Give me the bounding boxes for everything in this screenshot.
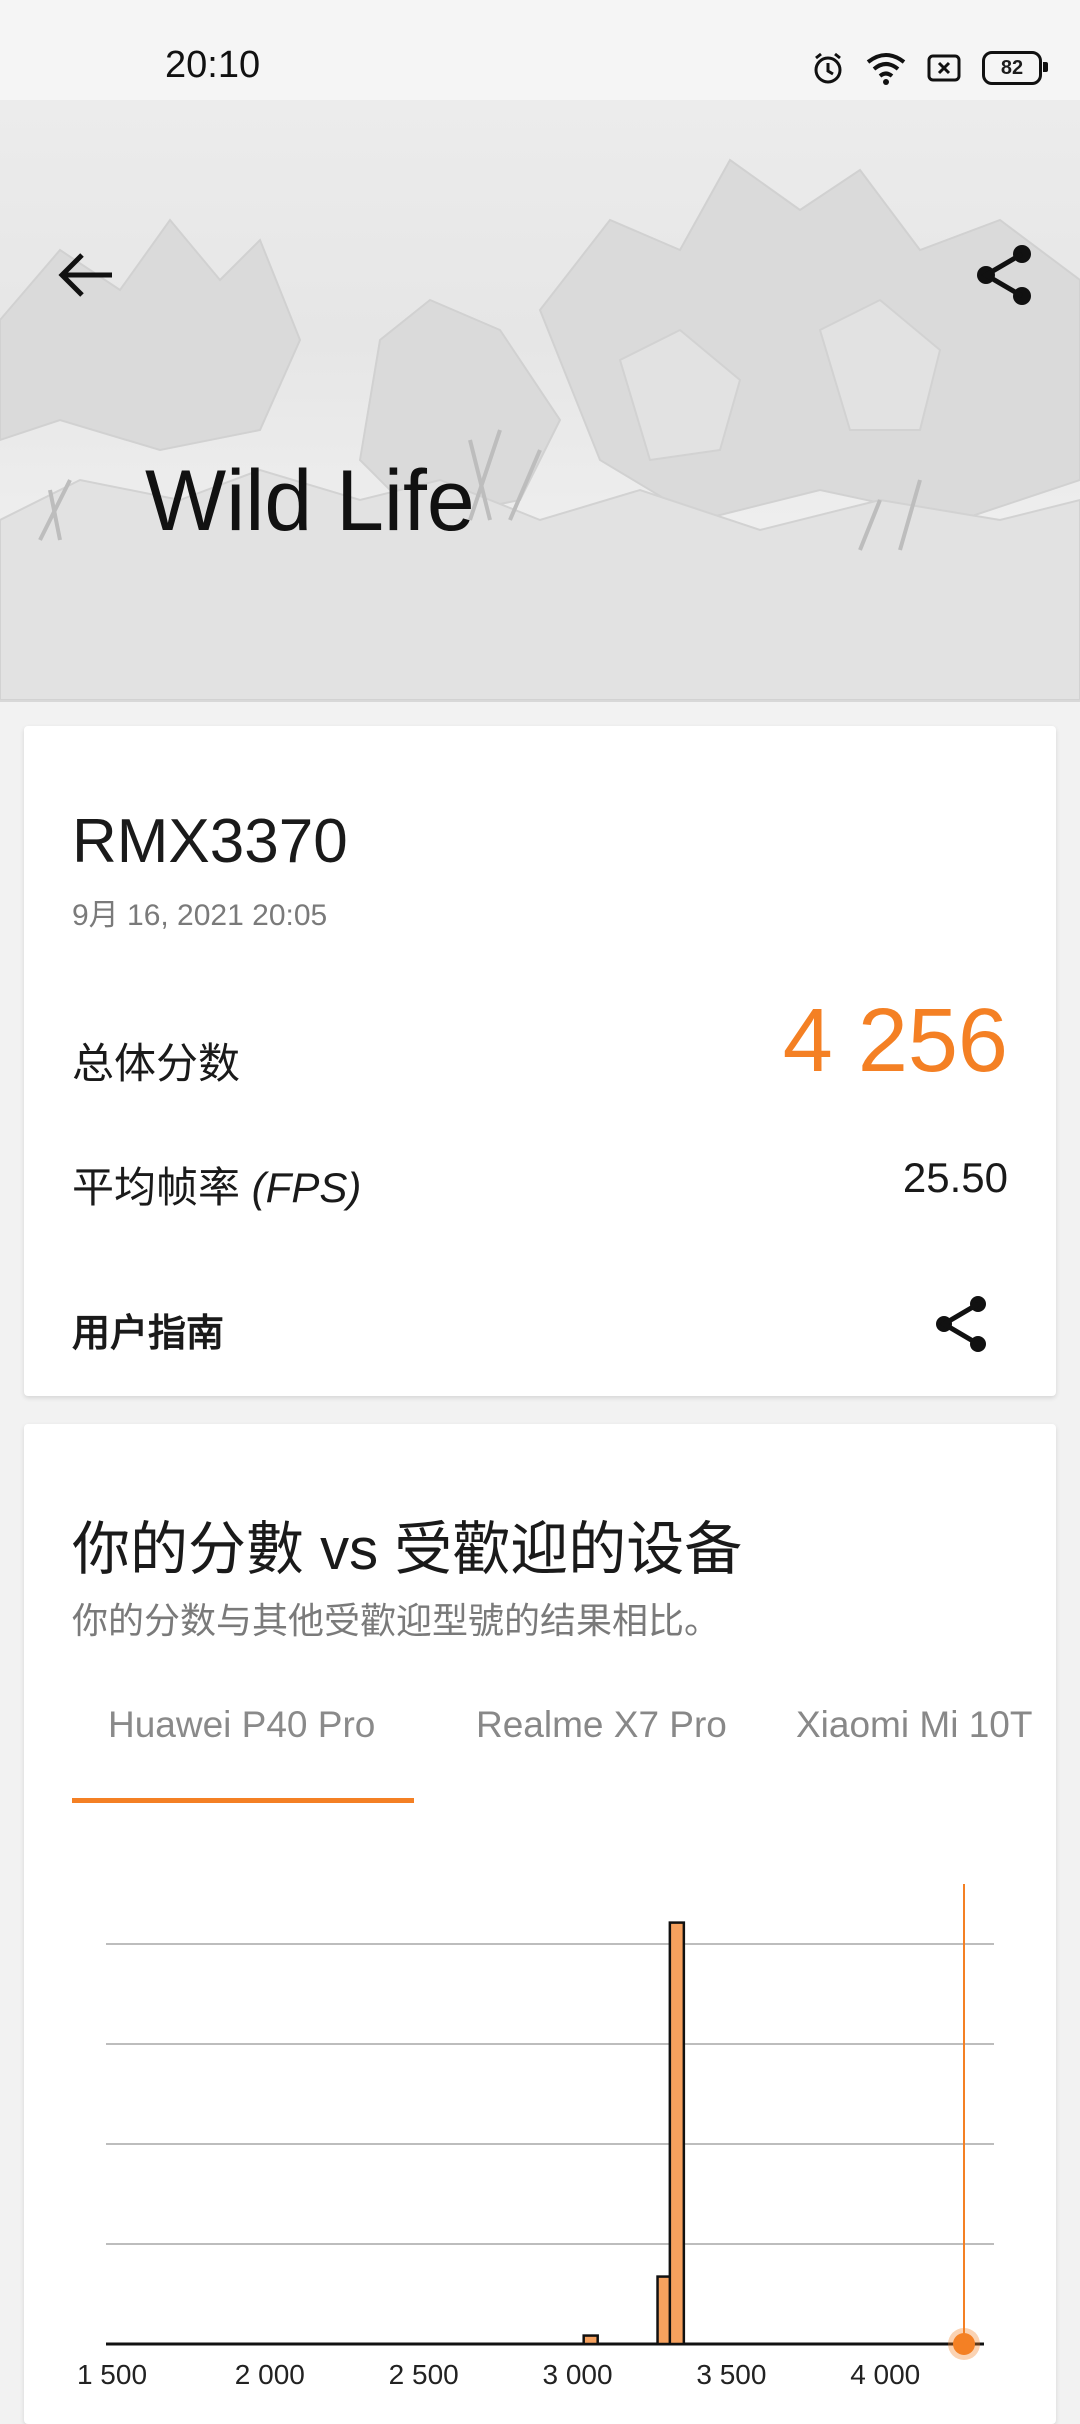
tab-xiaomi-mi-10t[interactable]: Xiaomi Mi 10T	[796, 1704, 1032, 1746]
x-tick-label: 3 000	[542, 2359, 612, 2390]
tab-huawei-p40-pro[interactable]: Huawei P40 Pro	[108, 1704, 375, 1746]
x-tick-label: 1 500	[77, 2359, 147, 2390]
status-bar: 20:10 82	[0, 0, 1080, 100]
alarm-icon	[808, 48, 848, 88]
result-date: 9月 16, 2021 20:05	[72, 899, 328, 932]
device-tabs: Huawei P40 Pro Realme X7 Pro Xiaomi Mi 1…	[72, 1704, 1032, 1784]
compare-title: 你的分數 vs 受歡迎的设备	[72, 1517, 743, 1582]
x-tick-label: 4 000	[850, 2359, 920, 2390]
status-time: 20:10	[165, 44, 261, 86]
hero-background-image	[0, 158, 1080, 700]
fps-label-text: 平均帧率	[72, 1164, 252, 1211]
total-score-value: 4 256	[782, 991, 1008, 1091]
compare-card: 你的分數 vs 受歡迎的设备 你的分数与其他受歡迎型號的结果相比。 Huawei…	[24, 1424, 1056, 2424]
sim-off-icon	[924, 48, 964, 88]
total-score-label: 总体分数	[72, 1040, 241, 1087]
result-card: RMX3370 9月 16, 2021 20:05 总体分数 4 256 平均帧…	[24, 726, 1056, 1396]
status-icons: 82	[808, 48, 1048, 88]
fps-label-unit: (FPS)	[251, 1164, 362, 1211]
battery-indicator: 82	[982, 51, 1048, 85]
back-arrow-icon[interactable]	[50, 240, 120, 310]
share-icon[interactable]	[930, 1292, 994, 1356]
share-icon[interactable]	[970, 240, 1040, 310]
test-title: Wild Life	[145, 453, 475, 549]
your-score-marker	[953, 2333, 975, 2355]
x-tick-label: 2 000	[235, 2359, 305, 2390]
wifi-icon	[866, 48, 906, 88]
x-tick-label: 2 500	[389, 2359, 459, 2390]
hero-banner: Wild Life	[0, 100, 1080, 702]
user-guide-link[interactable]: 用户指南	[72, 1302, 224, 1357]
score-distribution-chart: 1 500 2 000 2 500 3 000 3 500 4 000	[77, 1884, 994, 2390]
tab-realme-x7-pro[interactable]: Realme X7 Pro	[476, 1704, 727, 1746]
fps-label: 平均帧率 (FPS)	[72, 1154, 361, 1215]
device-name: RMX3370	[72, 807, 348, 876]
histogram-bar	[668, 1921, 686, 2346]
active-tab-indicator	[72, 1798, 414, 1803]
x-tick-label: 3 500	[696, 2359, 766, 2390]
histogram-bar	[582, 2334, 599, 2346]
compare-subtitle: 你的分数与其他受歡迎型號的结果相比。	[72, 1600, 721, 1641]
fps-value: 25.50	[902, 1154, 1008, 1201]
